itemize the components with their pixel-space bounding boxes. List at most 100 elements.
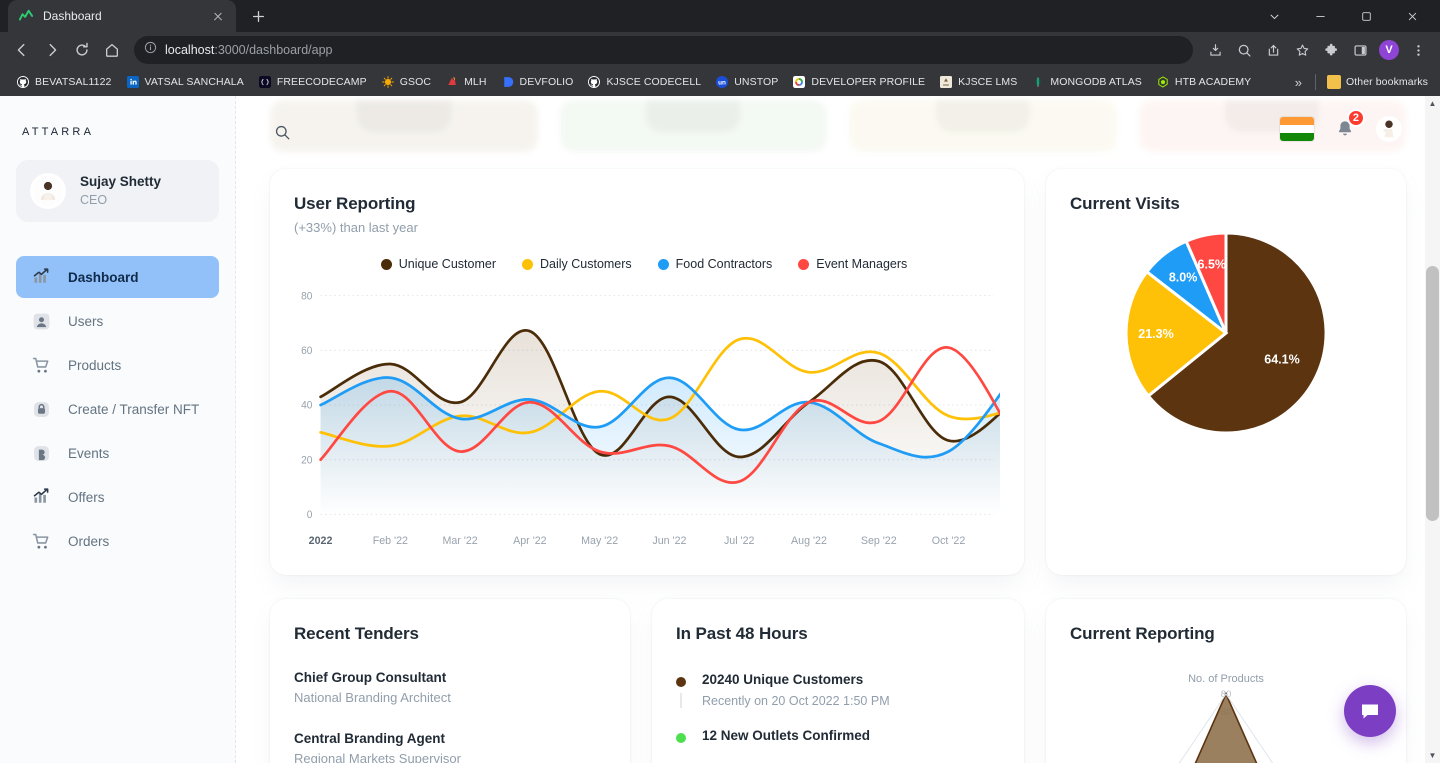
maximize-button[interactable] bbox=[1344, 0, 1388, 32]
gsoc-icon bbox=[381, 75, 395, 89]
tender-title: Central Branding Agent bbox=[294, 731, 446, 746]
bookmark-label: KJSCE LMS bbox=[958, 76, 1018, 88]
reload-icon[interactable] bbox=[68, 36, 96, 64]
bookmark-label: VATSAL SANCHALA bbox=[144, 76, 244, 88]
sidebar-item-users[interactable]: Users bbox=[16, 300, 219, 342]
extensions-icon[interactable] bbox=[1317, 36, 1345, 64]
bookmark-item[interactable]: GSOC bbox=[375, 72, 437, 92]
scroll-up-arrow[interactable]: ▲ bbox=[1425, 96, 1440, 111]
stat-card[interactable] bbox=[270, 100, 538, 152]
browser-tab[interactable]: Dashboard bbox=[8, 0, 236, 32]
legend-item[interactable]: Food Contractors bbox=[657, 257, 772, 271]
svg-text:Feb '22: Feb '22 bbox=[373, 535, 408, 547]
user-avatar[interactable] bbox=[1376, 116, 1402, 142]
scrollbar-thumb[interactable] bbox=[1426, 266, 1439, 521]
legend-item[interactable]: Event Managers bbox=[798, 257, 907, 271]
chat-button[interactable] bbox=[1344, 685, 1396, 737]
user-icon bbox=[30, 310, 52, 332]
cart-icon bbox=[30, 530, 52, 552]
lms-icon bbox=[939, 75, 953, 89]
tab-strip: Dashboard bbox=[0, 0, 1440, 32]
bookmark-item[interactable]: DEVELOPER PROFILE bbox=[786, 72, 931, 92]
india-flag-icon[interactable] bbox=[1280, 117, 1314, 141]
sidebar-item-label: Dashboard bbox=[68, 269, 139, 285]
legend-color-dot bbox=[380, 258, 392, 270]
sidebar-item-orders[interactable]: Orders bbox=[16, 520, 219, 562]
bookmark-item[interactable]: BEVATSAL1122 bbox=[10, 72, 118, 92]
sidebar-item-label: Create / Transfer NFT bbox=[68, 401, 200, 417]
side-panel-icon[interactable] bbox=[1346, 36, 1374, 64]
home-icon[interactable] bbox=[98, 36, 126, 64]
new-tab-button[interactable] bbox=[244, 2, 272, 30]
list-item[interactable]: Central Branding Agent Regional Markets S… bbox=[294, 731, 606, 763]
window-controls bbox=[1252, 0, 1434, 32]
linkedin-icon bbox=[126, 75, 140, 89]
sidebar-item-offers[interactable]: Offers bbox=[16, 476, 219, 518]
unstop-icon: un bbox=[715, 75, 729, 89]
page-content: ATTARRA Sujay Shetty CEO Dashboard Users P… bbox=[0, 96, 1440, 763]
scroll-down-arrow[interactable]: ▼ bbox=[1425, 748, 1440, 763]
bookmark-item[interactable]: un UNSTOP bbox=[709, 72, 784, 92]
share-icon[interactable] bbox=[1259, 36, 1287, 64]
install-app-icon[interactable] bbox=[1201, 36, 1229, 64]
svg-text:64.1%: 64.1% bbox=[1264, 353, 1299, 367]
list-item: 20240 Unique Customers Recently on 20 Oct… bbox=[676, 672, 1000, 728]
current-reporting-card: Current Reporting No. of Products8060 bbox=[1046, 599, 1406, 763]
svg-text:60: 60 bbox=[301, 346, 313, 357]
other-bookmarks-folder[interactable]: Other bookmarks bbox=[1321, 72, 1434, 92]
bookmark-item[interactable]: VATSAL SANCHALA bbox=[120, 72, 250, 92]
search-input[interactable] bbox=[270, 120, 294, 144]
browser-toolbar: localhost:3000/dashboard/app V bbox=[0, 32, 1440, 68]
stat-card[interactable] bbox=[849, 100, 1117, 152]
legend-item[interactable]: Daily Customers bbox=[521, 257, 632, 271]
bookmark-item[interactable]: HTB ACADEMY bbox=[1150, 72, 1257, 92]
profile-role: CEO bbox=[80, 192, 108, 207]
info-icon[interactable] bbox=[144, 41, 157, 59]
sidebar-item-events[interactable]: Events bbox=[16, 432, 219, 474]
close-window-button[interactable] bbox=[1390, 0, 1434, 32]
notifications-button[interactable]: 2 bbox=[1332, 109, 1365, 142]
sidebar-item-dashboard[interactable]: Dashboard bbox=[16, 256, 219, 298]
bookmark-label: FREECODECAMP bbox=[276, 76, 367, 88]
chevron-down-icon[interactable] bbox=[1252, 0, 1296, 32]
legend-color-dot bbox=[657, 258, 669, 270]
sidebar-item-label: Orders bbox=[68, 533, 110, 549]
profile-name: Sujay Shetty bbox=[80, 174, 162, 190]
bookmark-item[interactable]: KJSCE CODECELL bbox=[581, 72, 707, 92]
bookmark-item[interactable]: MLH bbox=[439, 72, 492, 92]
minimize-button[interactable] bbox=[1298, 0, 1342, 32]
stat-card[interactable] bbox=[559, 100, 827, 152]
bookmark-item[interactable]: MONGODB ATLAS bbox=[1025, 72, 1148, 92]
chart-favicon bbox=[18, 8, 34, 24]
search-icon[interactable] bbox=[1230, 36, 1258, 64]
sidebar-item-products[interactable]: Products bbox=[16, 344, 219, 386]
svg-text:2022: 2022 bbox=[309, 535, 333, 547]
profile-avatar[interactable]: V bbox=[1375, 36, 1403, 64]
back-icon[interactable] bbox=[8, 36, 36, 64]
page-scrollbar[interactable]: ▲ ▼ bbox=[1425, 96, 1440, 763]
bookmark-item[interactable]: DEVFOLIO bbox=[495, 72, 580, 92]
sidebar-profile-card[interactable]: Sujay Shetty CEO bbox=[16, 160, 219, 222]
app-logo[interactable]: ATTARRA bbox=[22, 126, 219, 138]
timeline-title: 12 New Outlets Confirmed bbox=[702, 728, 871, 743]
bookmark-item[interactable]: FREECODECAMP bbox=[252, 72, 373, 92]
close-icon[interactable] bbox=[210, 8, 226, 24]
bookmark-label: DEVELOPER PROFILE bbox=[811, 76, 926, 88]
stat-cards-strip bbox=[270, 96, 1406, 152]
bookmark-item[interactable]: KJSCE LMS bbox=[933, 72, 1023, 92]
sidebar-nav: Dashboard Users Products Create / Transfer … bbox=[16, 256, 219, 562]
status-dot bbox=[676, 733, 686, 743]
address-bar[interactable]: localhost:3000/dashboard/app bbox=[134, 36, 1193, 64]
file-icon bbox=[30, 442, 52, 464]
sidebar-item-create-transfer-nft[interactable]: Create / Transfer NFT bbox=[16, 388, 219, 430]
svg-text:Oct '22: Oct '22 bbox=[932, 535, 965, 547]
legend-item[interactable]: Unique Customer bbox=[380, 257, 496, 271]
bookmarks-overflow-button[interactable]: » bbox=[1289, 75, 1308, 90]
legend-label: Daily Customers bbox=[539, 257, 632, 271]
bookmark-label: MONGODB ATLAS bbox=[1050, 76, 1142, 88]
menu-icon[interactable] bbox=[1404, 36, 1432, 64]
list-item[interactable]: Chief Group Consultant National Branding … bbox=[294, 670, 606, 705]
forward-icon[interactable] bbox=[38, 36, 66, 64]
bookmark-star-icon[interactable] bbox=[1288, 36, 1316, 64]
status-dot bbox=[676, 677, 686, 687]
